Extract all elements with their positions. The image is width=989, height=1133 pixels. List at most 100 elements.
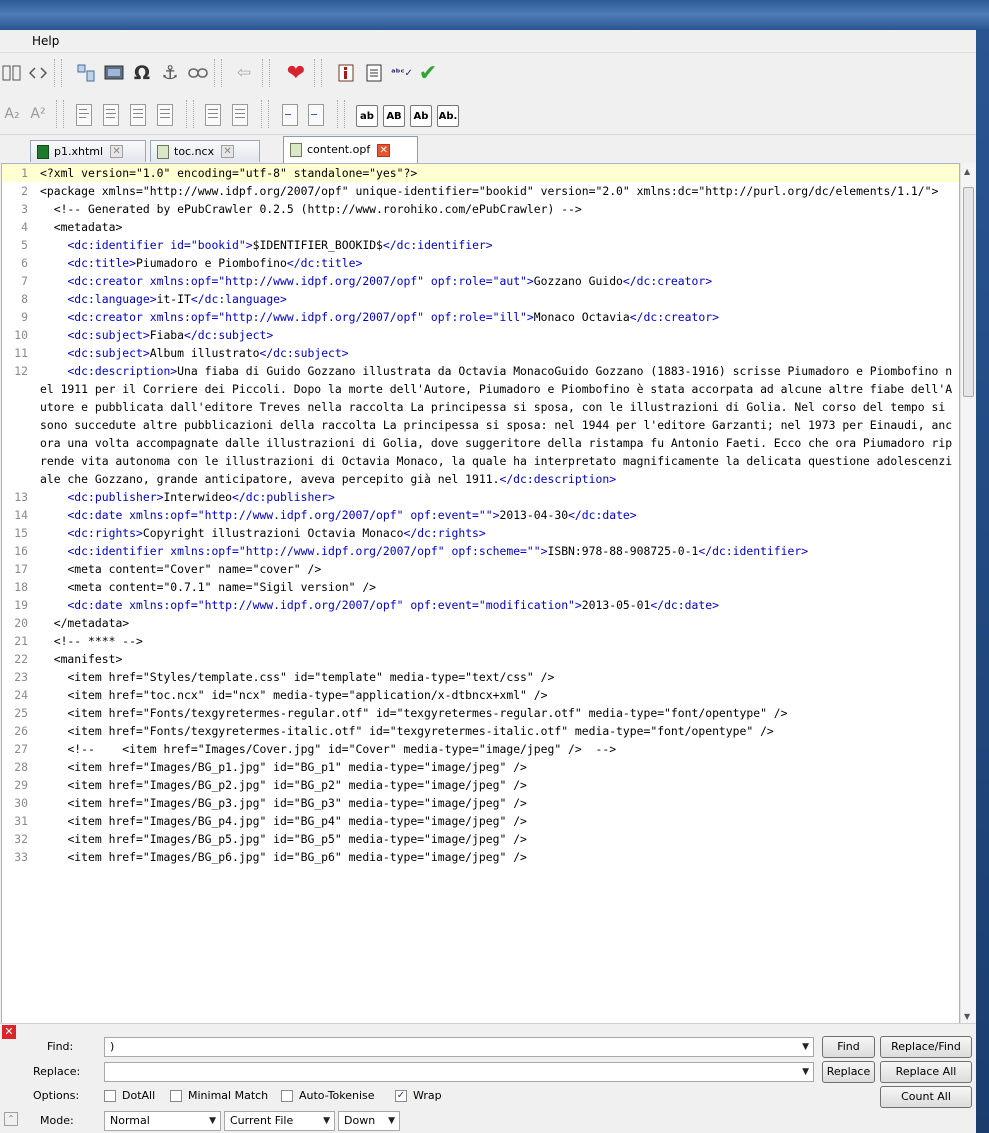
code-line[interactable]: 3 <!-- Generated by ePubCrawler 0.2.5 (h… — [2, 200, 959, 218]
line-text: <item href="Images/BG_p3.jpg" id="BG_p3"… — [40, 796, 527, 810]
scrollbar-thumb[interactable] — [963, 187, 974, 397]
chevron-down-icon[interactable]: ▼ — [802, 1038, 809, 1056]
code-line[interactable]: 16 <dc:identifier xmlns:opf="http://www.… — [2, 542, 959, 560]
code-line[interactable]: 18 <meta content="0.7.1" name="Sigil ver… — [2, 578, 959, 596]
numbered-list-icon[interactable] — [232, 104, 248, 126]
code-line[interactable]: 14 <dc:date xmlns:opf="http://www.idpf.o… — [2, 506, 959, 524]
tab-p1-xhtml[interactable]: p1.xhtml ✕ — [30, 140, 146, 162]
chevron-down-icon[interactable]: ▼ — [388, 1112, 395, 1130]
increase-indent-icon[interactable] — [308, 104, 324, 126]
code-line[interactable]: 26 <item href="Fonts/texgyretermes-itali… — [2, 722, 959, 740]
code-line[interactable]: 24 <item href="toc.ncx" id="ncx" media-t… — [2, 686, 959, 704]
close-panel-icon[interactable]: ✕ — [2, 1025, 16, 1039]
auto-tokenise-checkbox[interactable] — [281, 1090, 293, 1102]
scroll-down-icon[interactable]: ▼ — [964, 1012, 970, 1021]
superscript-icon[interactable]: A² — [26, 102, 50, 126]
sigil-window: Help Ω ⚓ ⇦ ❤ ᵃᵇᶜ✓ ✔ A₂ A² ab AB Ab Ab. p… — [0, 30, 976, 1133]
line-number: 20 — [14, 616, 28, 630]
collapse-icon[interactable]: ⌃ — [4, 1112, 18, 1126]
code-line[interactable]: 25 <item href="Fonts/texgyretermes-regul… — [2, 704, 959, 722]
close-icon[interactable]: ✕ — [110, 145, 124, 158]
code-line[interactable]: 5 <dc:identifier id="bookid">$IDENTIFIER… — [2, 236, 959, 254]
scope-select[interactable]: Current File ▼ — [224, 1111, 335, 1131]
sentencecase-button[interactable]: Ab. — [437, 105, 459, 127]
code-line[interactable]: 8 <dc:language>it-IT</dc:language> — [2, 290, 959, 308]
code-editor[interactable]: 1 <?xml version="1.0" encoding="utf-8" st… — [1, 163, 960, 1025]
code-line[interactable]: 4 <metadata> — [2, 218, 959, 236]
chevron-down-icon[interactable]: ▼ — [323, 1112, 330, 1130]
code-line[interactable]: 7 <dc:creator xmlns:opf="http://www.idpf… — [2, 272, 959, 290]
wrap-checkbox[interactable]: ✓ — [395, 1090, 407, 1102]
replace-input[interactable]: ▼ — [104, 1062, 814, 1082]
minimal-match-checkbox[interactable] — [170, 1090, 182, 1102]
validate-icon[interactable]: ✔ — [416, 61, 440, 86]
bullet-list-icon[interactable] — [205, 104, 221, 126]
link-icon[interactable] — [186, 61, 210, 85]
replace-all-button[interactable]: Replace All — [880, 1061, 972, 1083]
dotall-checkbox[interactable] — [104, 1090, 116, 1102]
decrease-indent-icon[interactable] — [282, 104, 298, 126]
code-line[interactable]: 21 <!-- **** --> — [2, 632, 959, 650]
code-line[interactable]: 28 <item href="Images/BG_p1.jpg" id="BG_… — [2, 758, 959, 776]
special-char-icon[interactable]: Ω — [130, 61, 154, 85]
code-view-icon[interactable] — [26, 61, 50, 85]
chevron-down-icon[interactable]: ▼ — [802, 1063, 809, 1081]
uppercase-button[interactable]: AB — [383, 105, 405, 127]
code-line[interactable]: 9 <dc:creator xmlns:opf="http://www.idpf… — [2, 308, 959, 326]
metadata-icon[interactable] — [334, 61, 358, 85]
heart-icon[interactable]: ❤ — [284, 61, 308, 86]
vertical-scrollbar[interactable]: ▲ ▼ — [960, 163, 976, 1025]
find-input[interactable]: ) ▼ — [104, 1037, 814, 1057]
code-line[interactable]: 29 <item href="Images/BG_p2.jpg" id="BG_… — [2, 776, 959, 794]
code-line[interactable]: 13 <dc:publisher>Interwideo</dc:publishe… — [2, 488, 959, 506]
code-line[interactable]: 1 <?xml version="1.0" encoding="utf-8" st… — [2, 164, 959, 182]
close-icon[interactable]: ✕ — [221, 145, 235, 158]
toolbar-format: A₂ A² ab AB Ab Ab. — [0, 94, 976, 135]
code-line[interactable]: 10 <dc:subject>Fiaba</dc:subject> — [2, 326, 959, 344]
back-icon[interactable]: ⇦ — [232, 61, 256, 85]
align-right-icon[interactable] — [130, 104, 146, 126]
code-line[interactable]: 33 <item href="Images/BG_p6.jpg" id="BG_… — [2, 848, 959, 866]
align-left-icon[interactable] — [76, 104, 92, 126]
titlecase-button[interactable]: Ab — [410, 105, 432, 127]
replace-button[interactable]: Replace — [822, 1061, 875, 1083]
subscript-icon[interactable]: A₂ — [0, 102, 24, 126]
code-line[interactable]: 12 <dc:description>Una fiaba di Guido Go… — [2, 362, 959, 488]
chevron-down-icon[interactable]: ▼ — [209, 1112, 216, 1130]
lowercase-button[interactable]: ab — [356, 105, 378, 127]
count-all-button[interactable]: Count All — [880, 1086, 972, 1108]
code-line[interactable]: 2 <package xmlns="http://www.idpf.org/200… — [2, 182, 959, 200]
code-line[interactable]: 6 <dc:title>Piumadoro e Piombofino</dc:t… — [2, 254, 959, 272]
spellcheck-icon[interactable]: ᵃᵇᶜ✓ — [390, 61, 414, 85]
book-view-icon[interactable] — [0, 61, 24, 85]
find-button[interactable]: Find — [822, 1036, 875, 1058]
mode-select[interactable]: Normal ▼ — [104, 1111, 221, 1131]
anchor-icon[interactable]: ⚓ — [158, 61, 182, 85]
code-line[interactable]: 15 <dc:rights>Copyright illustrazioni Oc… — [2, 524, 959, 542]
replace-find-button[interactable]: Replace/Find — [880, 1036, 972, 1058]
menu-help[interactable]: Help — [32, 34, 59, 48]
align-center-icon[interactable] — [103, 104, 119, 126]
tab-content-opf[interactable]: content.opf ✕ — [283, 136, 418, 163]
line-text: <dc:identifier xmlns:opf="http://www.idp… — [40, 542, 959, 560]
code-line[interactable]: 17 <meta content="Cover" name="cover" /> — [2, 560, 959, 578]
code-line[interactable]: 20 </metadata> — [2, 614, 959, 632]
code-line[interactable]: 19 <dc:date xmlns:opf="http://www.idpf.o… — [2, 596, 959, 614]
line-text: <item href="toc.ncx" id="ncx" media-type… — [40, 688, 548, 702]
image-icon[interactable] — [102, 61, 126, 85]
split-icon[interactable] — [74, 61, 98, 85]
code-token: 2013-04-30 — [499, 508, 569, 522]
align-justify-icon[interactable] — [157, 104, 173, 126]
close-icon[interactable]: ✕ — [377, 143, 391, 157]
code-line[interactable]: 27 <!-- <item href="Images/Cover.jpg" id… — [2, 740, 959, 758]
direction-select[interactable]: Down ▼ — [338, 1111, 400, 1131]
code-line[interactable]: 31 <item href="Images/BG_p4.jpg" id="BG_… — [2, 812, 959, 830]
code-line[interactable]: 32 <item href="Images/BG_p5.jpg" id="BG_… — [2, 830, 959, 848]
code-line[interactable]: 23 <item href="Styles/template.css" id="… — [2, 668, 959, 686]
code-line[interactable]: 22 <manifest> — [2, 650, 959, 668]
scroll-up-icon[interactable]: ▲ — [964, 167, 970, 176]
tab-toc-ncx[interactable]: toc.ncx ✕ — [150, 140, 260, 162]
code-line[interactable]: 30 <item href="Images/BG_p3.jpg" id="BG_… — [2, 794, 959, 812]
toc-icon[interactable] — [362, 61, 386, 85]
code-line[interactable]: 11 <dc:subject>Album illustrato</dc:subj… — [2, 344, 959, 362]
